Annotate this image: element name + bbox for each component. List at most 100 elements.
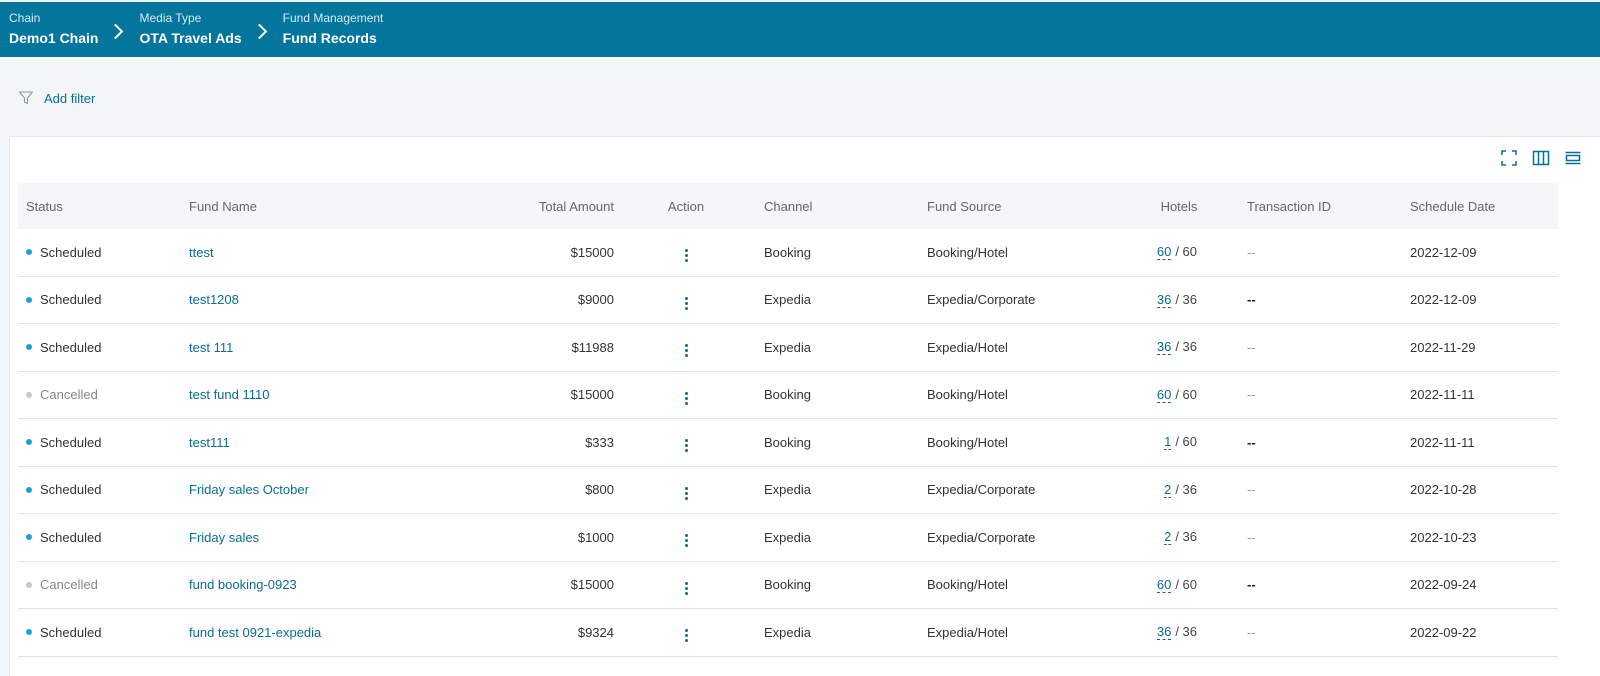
- more-actions-icon[interactable]: [679, 485, 694, 502]
- fund-name-cell: fund test 0921-expedia: [181, 625, 461, 640]
- hotels-count-link[interactable]: 36: [1156, 339, 1172, 356]
- table-row[interactable]: Scheduled ttest $15000 Booking Booking/Hotel…: [18, 229, 1558, 277]
- schedule-date-cell: 2022-12-09: [1410, 292, 1477, 308]
- header-fund-name[interactable]: Fund Name: [181, 199, 461, 214]
- hotels-total: / 36: [1175, 529, 1197, 545]
- schedule-date-cell: 2022-09-22: [1410, 624, 1477, 640]
- header-hotels[interactable]: Hotels: [1119, 199, 1239, 214]
- more-actions-icon[interactable]: [679, 295, 694, 312]
- table-header: Status Fund Name Total Amount Action Cha…: [18, 183, 1558, 229]
- more-actions-icon[interactable]: [679, 580, 694, 597]
- status-cell: Scheduled: [18, 340, 181, 355]
- fund-name-link[interactable]: test111: [189, 435, 230, 450]
- header-fund-source[interactable]: Fund Source: [919, 199, 1119, 214]
- schedule-date-cell: 2022-09-24: [1410, 577, 1477, 593]
- fullscreen-icon[interactable]: [1500, 149, 1518, 167]
- more-actions-icon[interactable]: [679, 532, 694, 549]
- fund-source-cell: Expedia/Corporate: [927, 529, 1036, 545]
- fund-name-cell: Friday sales: [181, 530, 461, 545]
- table-row[interactable]: Scheduled Friday sales $1000 Expedia Expedia…: [18, 514, 1558, 562]
- fund-records-table: Status Fund Name Total Amount Action Cha…: [18, 183, 1558, 657]
- breadcrumb-chain-value: Demo1 Chain: [9, 30, 99, 46]
- schedule-date-cell: 2022-11-29: [1410, 339, 1476, 355]
- more-actions-icon[interactable]: [679, 437, 694, 454]
- columns-icon[interactable]: [1532, 149, 1550, 167]
- hotels-cell: 60/ 60: [1119, 577, 1239, 593]
- action-cell: [616, 478, 756, 502]
- fund-name-cell: test1208: [181, 292, 461, 307]
- total-amount-cell: $333: [585, 434, 614, 450]
- status-badge: Scheduled: [40, 482, 102, 498]
- transaction-id-cell: --: [1239, 340, 1402, 355]
- breadcrumb-media-type[interactable]: Media Type OTA Travel Ads: [139, 11, 241, 48]
- status-cell: Scheduled: [18, 435, 181, 450]
- hotels-count-link[interactable]: 2: [1164, 482, 1172, 498]
- header-schedule-date[interactable]: Schedule Date: [1402, 199, 1552, 214]
- more-actions-icon[interactable]: [679, 627, 694, 644]
- hotels-total: / 60: [1175, 386, 1197, 402]
- total-amount-cell: $800: [585, 482, 614, 498]
- fund-name-link[interactable]: test 111: [189, 340, 233, 355]
- table-row[interactable]: Scheduled test1208 $9000 Expedia Expedia/Cor…: [18, 277, 1558, 324]
- header-channel[interactable]: Channel: [756, 199, 919, 214]
- fund-source-cell: Expedia/Hotel: [927, 339, 1008, 355]
- table-row[interactable]: Scheduled Friday sales October $800 Expedia…: [18, 467, 1558, 514]
- hotels-count-link[interactable]: 60: [1156, 577, 1172, 593]
- status-dot-icon: [26, 344, 32, 351]
- hotels-count-link[interactable]: 60: [1156, 244, 1172, 261]
- header-total-amount[interactable]: Total Amount: [461, 199, 616, 214]
- more-actions-icon[interactable]: [679, 342, 694, 359]
- breadcrumb-fund-management[interactable]: Fund Management Fund Records: [283, 11, 384, 48]
- table-row[interactable]: Cancelled test fund 1110 $15000 Booking Book…: [18, 372, 1558, 419]
- header-status[interactable]: Status: [18, 199, 181, 214]
- transaction-id-value: --: [1247, 434, 1256, 450]
- status-dot-icon: [26, 249, 32, 256]
- add-filter-button[interactable]: Add filter: [18, 90, 95, 106]
- hotels-count-link[interactable]: 1: [1164, 434, 1172, 451]
- hotels-total: / 60: [1175, 434, 1197, 450]
- fund-name-cell: Friday sales October: [181, 482, 461, 497]
- table-row[interactable]: Cancelled fund booking-0923 $15000 Booking B…: [18, 562, 1558, 609]
- schedule-date-cell: 2022-10-23: [1410, 529, 1477, 545]
- hotels-total: / 60: [1175, 576, 1197, 592]
- hotels-total: / 36: [1175, 291, 1197, 307]
- fund-name-cell: fund booking-0923: [181, 577, 461, 592]
- hotels-count-link[interactable]: 36: [1156, 624, 1172, 641]
- action-cell: [616, 430, 756, 454]
- breadcrumb-media-type-label: Media Type: [139, 11, 202, 25]
- header-transaction-id[interactable]: Transaction ID: [1239, 199, 1402, 214]
- breadcrumb-fund-management-label: Fund Management: [282, 11, 384, 25]
- hotels-cell: 60/ 60: [1119, 244, 1239, 261]
- hotels-count-link[interactable]: 36: [1156, 292, 1172, 308]
- hotels-count-link[interactable]: 60: [1156, 387, 1172, 403]
- fund-name-link[interactable]: Friday sales: [189, 530, 259, 545]
- fund-source-cell: Expedia/Hotel: [927, 624, 1008, 640]
- header-action: Action: [667, 198, 705, 214]
- hotels-count-link[interactable]: 2: [1164, 529, 1172, 546]
- more-actions-icon[interactable]: [679, 390, 694, 407]
- transaction-id-value: --: [1247, 624, 1256, 640]
- fund-name-link[interactable]: test1208: [189, 292, 239, 307]
- action-cell: [616, 525, 756, 549]
- fund-name-link[interactable]: fund booking-0923: [189, 577, 297, 592]
- table-toolbar: [1500, 149, 1582, 167]
- fund-name-link[interactable]: test fund 1110: [189, 387, 269, 402]
- breadcrumb-fund-management-value: Fund Records: [282, 30, 377, 46]
- hotels-cell: 2/ 36: [1119, 529, 1239, 546]
- table-row[interactable]: Scheduled fund test 0921-expedia $9324 Expe…: [18, 609, 1558, 657]
- transaction-id-value: --: [1247, 577, 1256, 593]
- density-icon[interactable]: [1564, 149, 1582, 167]
- top-header-bar: Chain Demo1 Chain Media Type OTA Travel …: [0, 2, 1600, 57]
- channel-cell: Booking: [764, 434, 811, 450]
- hotels-cell: 36/ 36: [1119, 292, 1239, 308]
- fund-name-link[interactable]: ttest: [189, 245, 214, 260]
- table-row[interactable]: Scheduled test111 $333 Booking Booking/Hotel…: [18, 419, 1558, 467]
- breadcrumb-chain[interactable]: Chain Demo1 Chain: [9, 11, 98, 48]
- total-amount-cell: $11988: [571, 339, 614, 355]
- table-row[interactable]: Scheduled test 111 $11988 Expedia Expedia/Ho…: [18, 324, 1558, 372]
- fund-name-link[interactable]: fund test 0921-expedia: [189, 625, 321, 640]
- fund-name-link[interactable]: Friday sales October: [189, 482, 309, 497]
- more-actions-icon[interactable]: [679, 247, 694, 264]
- status-cell: Scheduled: [18, 292, 181, 307]
- fund-name-cell: test 111: [181, 340, 461, 355]
